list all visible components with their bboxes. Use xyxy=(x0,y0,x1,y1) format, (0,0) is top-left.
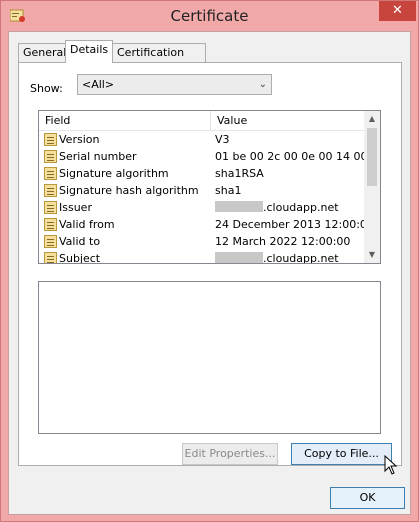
list-row-version[interactable]: Version V3 xyxy=(39,131,364,148)
field-value: sha1RSA xyxy=(215,167,264,180)
redacted-block xyxy=(215,252,263,263)
redacted-block xyxy=(215,201,263,212)
window-title: Certificate xyxy=(170,7,249,25)
scroll-thumb[interactable] xyxy=(367,128,377,186)
tab-general[interactable]: General xyxy=(18,43,66,62)
tab-certification-path[interactable]: Certification Path xyxy=(112,43,206,77)
certificate-field-icon xyxy=(44,201,57,214)
close-icon: ✕ xyxy=(392,3,403,18)
certificate-field-icon xyxy=(44,167,57,180)
field-value-redacted: .cloudapp.net xyxy=(215,199,339,216)
certificate-field-icon xyxy=(44,184,57,197)
column-header-value[interactable]: Value xyxy=(211,111,364,130)
field-name: Serial number xyxy=(59,150,137,163)
field-value: 01 be 00 2c 00 0e 00 14 00 1a... xyxy=(215,150,381,163)
field-value: .cloudapp.net xyxy=(263,201,339,214)
field-name: Valid to xyxy=(59,235,101,248)
field-value: 12 March 2022 12:00:00 xyxy=(215,235,351,248)
field-value: 24 December 2013 12:00:00 xyxy=(215,218,374,231)
edit-properties-button[interactable]: Edit Properties... xyxy=(182,443,278,465)
tab-details-label: Details xyxy=(70,43,109,56)
field-name: Issuer xyxy=(59,201,92,214)
field-value: .cloudapp.net xyxy=(263,252,339,264)
field-name: Subject xyxy=(59,252,101,264)
show-dropdown[interactable]: <All> ⌄ xyxy=(77,74,272,95)
chevron-down-icon: ⌄ xyxy=(258,79,267,90)
certificate-field-icon xyxy=(44,133,57,146)
field-name: Valid from xyxy=(59,218,115,231)
tab-general-label: General xyxy=(23,46,67,59)
list-row-issuer[interactable]: Issuer .cloudapp.net xyxy=(39,199,364,216)
scroll-down-arrow-icon[interactable]: ▼ xyxy=(364,247,380,263)
show-label: Show: xyxy=(30,82,63,95)
field-value: sha1 xyxy=(215,184,242,197)
field-list[interactable]: Field Value Version V3 Serial number 01 … xyxy=(38,110,381,264)
certificate-field-icon xyxy=(44,218,57,231)
certificate-field-icon xyxy=(44,252,57,263)
list-row-subject[interactable]: Subject .cloudapp.net xyxy=(39,250,364,264)
close-button[interactable]: ✕ xyxy=(379,1,416,21)
field-name: Signature algorithm xyxy=(59,167,169,180)
scroll-up-arrow-icon[interactable]: ▲ xyxy=(364,111,380,127)
certificate-field-icon xyxy=(44,150,57,163)
show-dropdown-value: <All> xyxy=(82,78,115,91)
certificate-window: Certificate ✕ General Details Certificat… xyxy=(0,0,419,522)
list-row-valid-to[interactable]: Valid to 12 March 2022 12:00:00 xyxy=(39,233,364,250)
certificate-field-icon xyxy=(44,235,57,248)
title-bar: Certificate ✕ xyxy=(1,1,418,31)
tab-details[interactable]: Details xyxy=(65,40,113,63)
list-row-valid-from[interactable]: Valid from 24 December 2013 12:00:00 xyxy=(39,216,374,233)
list-row-signature-algorithm[interactable]: Signature algorithm sha1RSA xyxy=(39,165,364,182)
column-header-field[interactable]: Field xyxy=(39,111,211,130)
field-name: Signature hash algorithm xyxy=(59,184,199,197)
field-name: Version xyxy=(59,133,100,146)
field-detail-box[interactable] xyxy=(38,281,381,434)
details-panel: Show: <All> ⌄ Field Value Version V3 Ser… xyxy=(18,62,402,475)
ok-button[interactable]: OK xyxy=(330,487,405,509)
copy-to-file-button[interactable]: Copy to File... xyxy=(291,443,392,465)
dialog-client-area: General Details Certification Path Show:… xyxy=(8,31,411,515)
list-scrollbar[interactable]: ▲ ▼ xyxy=(364,111,380,263)
field-value-redacted: .cloudapp.net xyxy=(215,250,339,264)
list-header: Field Value xyxy=(39,111,364,131)
mouse-pointer-icon xyxy=(384,455,398,475)
list-row-serial-number[interactable]: Serial number 01 be 00 2c 00 0e 00 14 00… xyxy=(39,148,380,165)
list-row-signature-hash-algorithm[interactable]: Signature hash algorithm sha1 xyxy=(39,182,364,199)
field-value: V3 xyxy=(215,133,230,146)
